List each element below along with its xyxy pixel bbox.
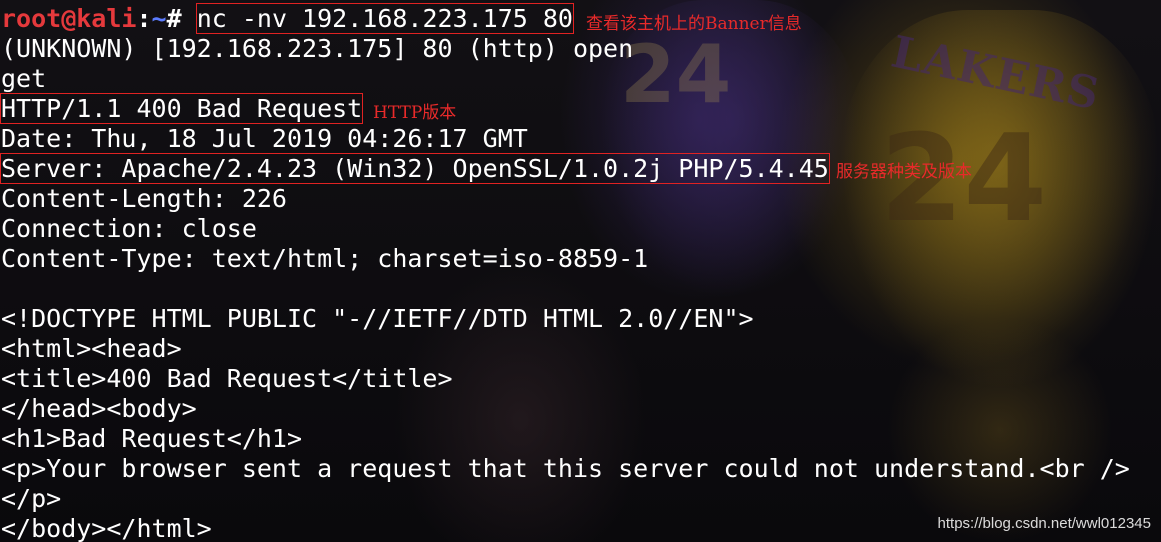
output-line-html-head: <html><head> [1, 334, 182, 363]
terminal-window[interactable]: 24 24 LAKERS root@kali:~# nc -nv 192.168… [0, 0, 1161, 542]
output-line-doctype: <!DOCTYPE HTML PUBLIC "-//IETF//DTD HTML… [1, 304, 754, 333]
output-line-request: get [1, 64, 47, 93]
output-line-server: Server: Apache/2.4.23 (Win32) OpenSSL/1.… [0, 153, 830, 184]
annotation-server-type: 服务器种类及版本 [836, 162, 972, 182]
prompt-line: root@kali:~# nc -nv 192.168.223.175 80 [1, 3, 575, 34]
output-line-title: <title>400 Bad Request</title> [1, 364, 453, 393]
output-line-head-body: </head><body> [1, 394, 197, 423]
output-line-paragraph-close: </p> [1, 484, 62, 513]
prompt-user-host: root@kali [1, 4, 137, 33]
http-status-text: HTTP/1.1 400 Bad Request [0, 93, 364, 124]
prompt-separator: : [136, 4, 152, 33]
command-text: nc -nv 192.168.223.175 80 [195, 3, 575, 34]
server-header-text: Server: Apache/2.4.23 (Win32) OpenSSL/1.… [0, 153, 830, 184]
prompt-symbol: # [166, 4, 197, 33]
output-line-paragraph: <p>Your browser sent a request that this… [1, 454, 1130, 483]
watermark-url: https://blog.csdn.net/wwl012345 [937, 515, 1151, 532]
output-line-status: HTTP/1.1 400 Bad Request [0, 93, 364, 124]
output-line-date: Date: Thu, 18 Jul 2019 04:26:17 GMT [1, 124, 528, 153]
prompt-path: ~ [151, 4, 167, 33]
output-line-content-length: Content-Length: 226 [1, 184, 287, 213]
output-line-connection-header: Connection: close [1, 214, 257, 243]
output-line-content-type: Content-Type: text/html; charset=iso-885… [1, 244, 649, 273]
annotation-banner-info: 查看该主机上的Banner信息 [586, 14, 802, 34]
output-line-connection: (UNKNOWN) [192.168.223.175] 80 (http) op… [1, 34, 634, 63]
output-line-body-html-close: </body></html> [1, 514, 212, 542]
annotation-http-version: HTTP版本 [373, 103, 457, 123]
output-line-h1: <h1>Bad Request</h1> [1, 424, 303, 453]
terminal-text-area[interactable]: root@kali:~# nc -nv 192.168.223.175 80 (… [0, 0, 1161, 542]
